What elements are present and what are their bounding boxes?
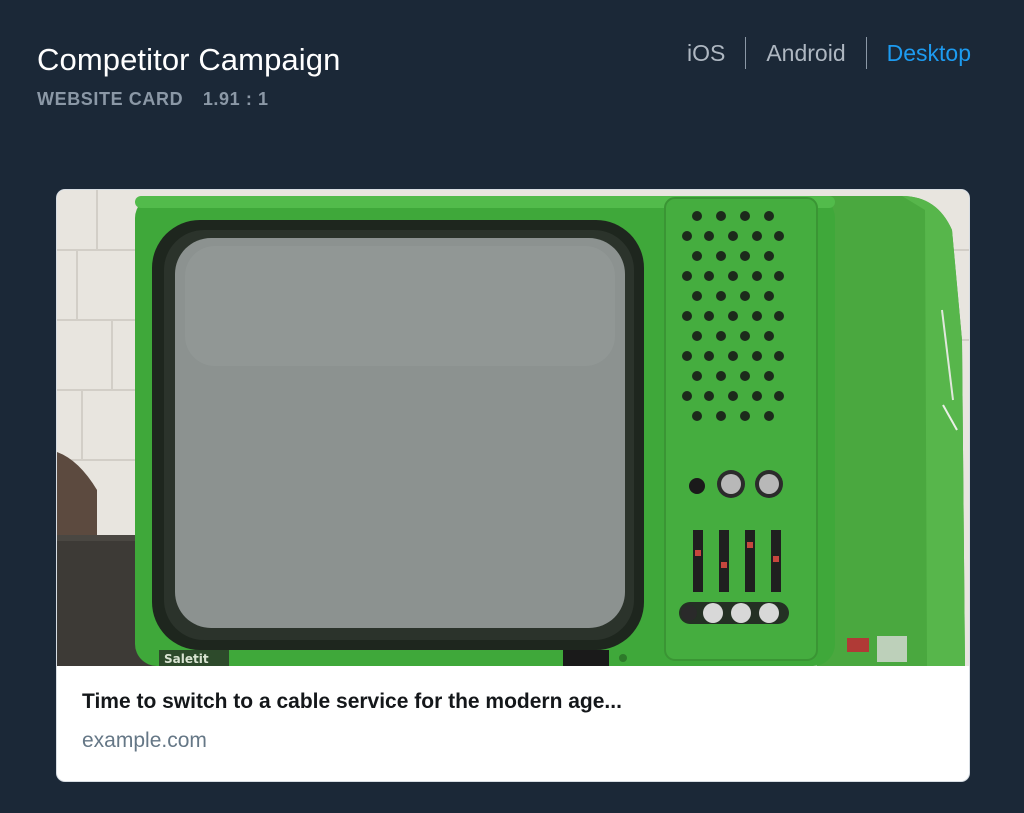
tv-brand-logo: Saletit: [164, 652, 209, 666]
card-domain[interactable]: example.com: [82, 729, 944, 753]
tab-ios[interactable]: iOS: [687, 36, 725, 70]
tab-android[interactable]: Android: [766, 36, 845, 70]
card-headline: Time to switch to a cable service for th…: [82, 690, 622, 713]
card-type-label: WEBSITE CARD: [37, 89, 184, 109]
tv-illustration: Saletit: [57, 190, 969, 666]
tab-divider: [865, 37, 867, 69]
page-title: Competitor Campaign: [37, 42, 341, 77]
tab-desktop[interactable]: Desktop: [887, 36, 971, 70]
website-card[interactable]: Saletit Time to switch to a cable servic…: [57, 190, 969, 781]
aspect-ratio-label: 1.91 : 1: [202, 89, 269, 109]
tab-divider: [745, 37, 747, 69]
preview-panel: Competitor Campaign WEBSITE CARD 1.91 : …: [0, 0, 1024, 813]
platform-tabs: iOS Android Desktop: [687, 36, 971, 70]
card-details: Time to switch to a cable service for th…: [82, 690, 944, 753]
card-format-label: WEBSITE CARD 1.91 : 1: [37, 89, 269, 110]
card-image[interactable]: Saletit: [57, 190, 969, 666]
